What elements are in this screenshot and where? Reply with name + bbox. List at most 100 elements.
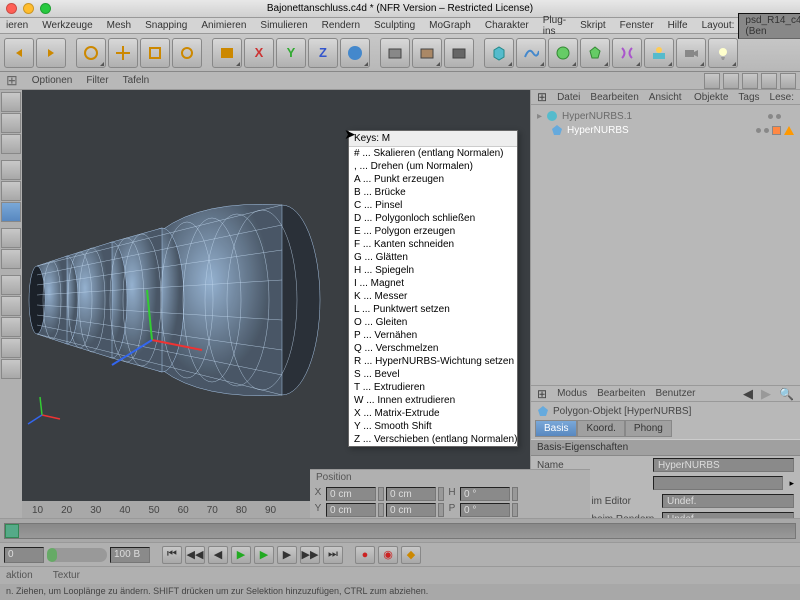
- tab-koord[interactable]: Koord.: [577, 420, 624, 437]
- popup-item[interactable]: # ... Skalieren (entlang Normalen): [349, 147, 517, 160]
- mini-menu[interactable]: Optionen: [32, 75, 73, 86]
- object-hierarchy[interactable]: ▸ HyperNURBS.1 HyperNURBS: [531, 105, 800, 385]
- range-end-input[interactable]: 100 B: [110, 547, 150, 563]
- axis-lock-y[interactable]: Y: [276, 38, 306, 68]
- menu-item[interactable]: Hilfe: [668, 20, 688, 31]
- status-tab[interactable]: aktion: [6, 570, 33, 581]
- nav-back-icon[interactable]: ◀: [743, 386, 753, 402]
- phong-tag-icon[interactable]: [784, 126, 794, 135]
- prev-frame-button[interactable]: ◀: [208, 546, 228, 564]
- timeline-playhead[interactable]: [5, 524, 19, 538]
- coord-system[interactable]: [340, 38, 370, 68]
- om-menu[interactable]: Tags: [738, 92, 759, 103]
- autokey-button[interactable]: ◉: [378, 546, 398, 564]
- camera-tool[interactable]: [676, 38, 706, 68]
- current-frame-input[interactable]: 0: [4, 547, 44, 563]
- layer-input[interactable]: [653, 476, 783, 490]
- hierarchy-item[interactable]: ▸ HyperNURBS.1: [537, 109, 794, 123]
- play-forward-button[interactable]: ▶: [231, 546, 251, 564]
- nurbs-tool[interactable]: [548, 38, 578, 68]
- layout-dropdown[interactable]: psd_R14_c4d (Ben: [738, 13, 800, 39]
- name-input[interactable]: HyperNURBS: [653, 458, 794, 472]
- popup-item[interactable]: T ... Extrudieren: [349, 381, 517, 394]
- tab-basis[interactable]: Basis: [535, 420, 577, 437]
- size-y-input[interactable]: 0 cm: [386, 503, 436, 517]
- popup-item[interactable]: E ... Polygon erzeugen: [349, 225, 517, 238]
- menu-item[interactable]: Snapping: [145, 20, 187, 31]
- tag-icon[interactable]: [772, 126, 781, 135]
- goto-end-button[interactable]: ⏭: [323, 546, 343, 564]
- attr-menu[interactable]: Bearbeiten: [597, 388, 645, 399]
- model-mode[interactable]: [1, 92, 21, 112]
- snap-toggle[interactable]: [1, 275, 21, 295]
- menu-item[interactable]: Werkzeuge: [42, 20, 92, 31]
- tab-phong[interactable]: Phong: [625, 420, 672, 437]
- keyframe-button[interactable]: ◆: [401, 546, 421, 564]
- attr-menu[interactable]: Modus: [557, 388, 587, 399]
- popup-item[interactable]: A ... Punkt erzeugen: [349, 173, 517, 186]
- point-mode[interactable]: [1, 160, 21, 180]
- om-menu[interactable]: Datei: [557, 92, 580, 103]
- spinner-icon[interactable]: [512, 487, 518, 501]
- menu-item[interactable]: Sculpting: [374, 20, 415, 31]
- popup-item[interactable]: O ... Gleiten: [349, 316, 517, 329]
- popup-item[interactable]: P ... Vernähen: [349, 329, 517, 342]
- menu-item[interactable]: Skript: [580, 20, 606, 31]
- history-button[interactable]: [212, 38, 242, 68]
- popup-item[interactable]: F ... Kanten schneiden: [349, 238, 517, 251]
- spinner-icon[interactable]: [438, 503, 444, 517]
- workplane-mode[interactable]: [1, 249, 21, 269]
- redo-button[interactable]: [36, 38, 66, 68]
- render-view[interactable]: [380, 38, 410, 68]
- axis-mode[interactable]: [1, 134, 21, 154]
- next-key-button[interactable]: ▶▶: [300, 546, 320, 564]
- popup-item[interactable]: H ... Spiegeln: [349, 264, 517, 277]
- search-icon[interactable]: 🔍: [779, 387, 794, 401]
- undo-button[interactable]: [4, 38, 34, 68]
- status-tab[interactable]: Textur: [53, 570, 80, 581]
- object-mode[interactable]: [1, 113, 21, 133]
- axis-lock-z[interactable]: Z: [308, 38, 338, 68]
- vp-nav-icon[interactable]: [780, 73, 796, 89]
- snap-settings[interactable]: [1, 296, 21, 316]
- modeling-tool[interactable]: [580, 38, 610, 68]
- spinner-icon[interactable]: [438, 487, 444, 501]
- vp-nav-icon[interactable]: [704, 73, 720, 89]
- menu-item[interactable]: Rendern: [322, 20, 360, 31]
- popup-item[interactable]: C ... Pinsel: [349, 199, 517, 212]
- range-slider[interactable]: [47, 548, 107, 562]
- popup-item[interactable]: D ... Polygonloch schließen: [349, 212, 517, 225]
- menu-item[interactable]: Mesh: [107, 20, 131, 31]
- popup-item[interactable]: L ... Punktwert setzen: [349, 303, 517, 316]
- popup-item[interactable]: R ... HyperNURBS-Wichtung setzen: [349, 355, 517, 368]
- om-menu[interactable]: Objekte: [694, 92, 728, 103]
- om-menu[interactable]: Bearbeiten: [590, 92, 638, 103]
- rot-p-input[interactable]: 0 °: [460, 503, 510, 517]
- menu-item[interactable]: MoGraph: [429, 20, 471, 31]
- spinner-icon[interactable]: [378, 503, 384, 517]
- edge-mode[interactable]: [1, 181, 21, 201]
- menu-item[interactable]: Plug-ins: [543, 15, 566, 37]
- prev-key-button[interactable]: ◀◀: [185, 546, 205, 564]
- record-button[interactable]: ●: [355, 546, 375, 564]
- mini-menu[interactable]: Tafeln: [123, 75, 150, 86]
- popup-item[interactable]: Q ... Verschmelzen: [349, 342, 517, 355]
- menu-item[interactable]: Simulieren: [260, 20, 307, 31]
- size-x-input[interactable]: 0 cm: [386, 487, 436, 501]
- texture-mode[interactable]: [1, 228, 21, 248]
- menu-item[interactable]: Animieren: [201, 20, 246, 31]
- render-region[interactable]: [412, 38, 442, 68]
- popup-item[interactable]: G ... Glätten: [349, 251, 517, 264]
- light-tool[interactable]: [708, 38, 738, 68]
- timeline-track[interactable]: [0, 518, 800, 542]
- select-tool[interactable]: [76, 38, 106, 68]
- menu-item[interactable]: Charakter: [485, 20, 529, 31]
- vp-nav-icon[interactable]: [723, 73, 739, 89]
- menu-item[interactable]: Fenster: [620, 20, 654, 31]
- om-menu[interactable]: Ansicht: [649, 92, 682, 103]
- environment-tool[interactable]: [644, 38, 674, 68]
- popup-item[interactable]: Z ... Verschieben (entlang Normalen): [349, 433, 517, 446]
- menu-item[interactable]: ieren: [6, 20, 28, 31]
- rot-h-input[interactable]: 0 °: [460, 487, 510, 501]
- pos-x-input[interactable]: 0 cm: [326, 487, 376, 501]
